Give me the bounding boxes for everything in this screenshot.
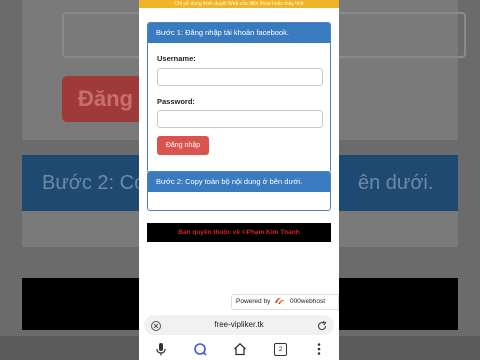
refresh-icon[interactable] [316, 319, 328, 331]
home-icon[interactable] [232, 341, 248, 357]
copy-panel: Bước 2: Copy toàn bộ nội dung ở bên dưới… [147, 171, 331, 211]
password-label: Password: [157, 97, 195, 106]
password-input[interactable] [157, 110, 323, 128]
phone-screen: Chỉ sử dụng trình duyệt Web của điện tho… [139, 0, 339, 360]
address-bar[interactable]: free-vipliker.tk [144, 315, 334, 335]
login-panel: Bước 1: Đăng nhập tài khoản facebook. Us… [147, 22, 331, 173]
login-button[interactable]: Đăng nhập [157, 136, 209, 155]
more-icon[interactable] [311, 341, 327, 357]
powered-by-badge[interactable]: Powered by 000webhost [231, 294, 339, 310]
step2-heading: Bước 2: Copy toàn bộ nội dung ở bên dưới… [148, 172, 330, 192]
search-icon[interactable] [192, 341, 208, 357]
browser-toolbar: 2 [139, 337, 339, 360]
webhost-brand: 000webhost [289, 298, 326, 305]
step1-heading: Bước 1: Đăng nhập tài khoản facebook. [148, 23, 330, 43]
copyright-footer: Bản quyền thuộc về ©Phạm Kim Thành [147, 223, 331, 242]
username-input[interactable] [157, 68, 323, 86]
url-text: free-vipliker.tk [214, 320, 264, 329]
bg-step2-heading-right: ên dưới. [358, 172, 434, 194]
notice-bar: Chỉ sử dụng trình duyệt Web của điện tho… [139, 0, 339, 8]
powered-by-label: Powered by [236, 298, 271, 305]
tab-count: 2 [274, 343, 287, 356]
username-label: Username: [157, 54, 196, 63]
microphone-icon[interactable] [153, 341, 169, 357]
tabs-icon[interactable]: 2 [272, 341, 288, 357]
webhost-logo-icon [274, 297, 286, 305]
